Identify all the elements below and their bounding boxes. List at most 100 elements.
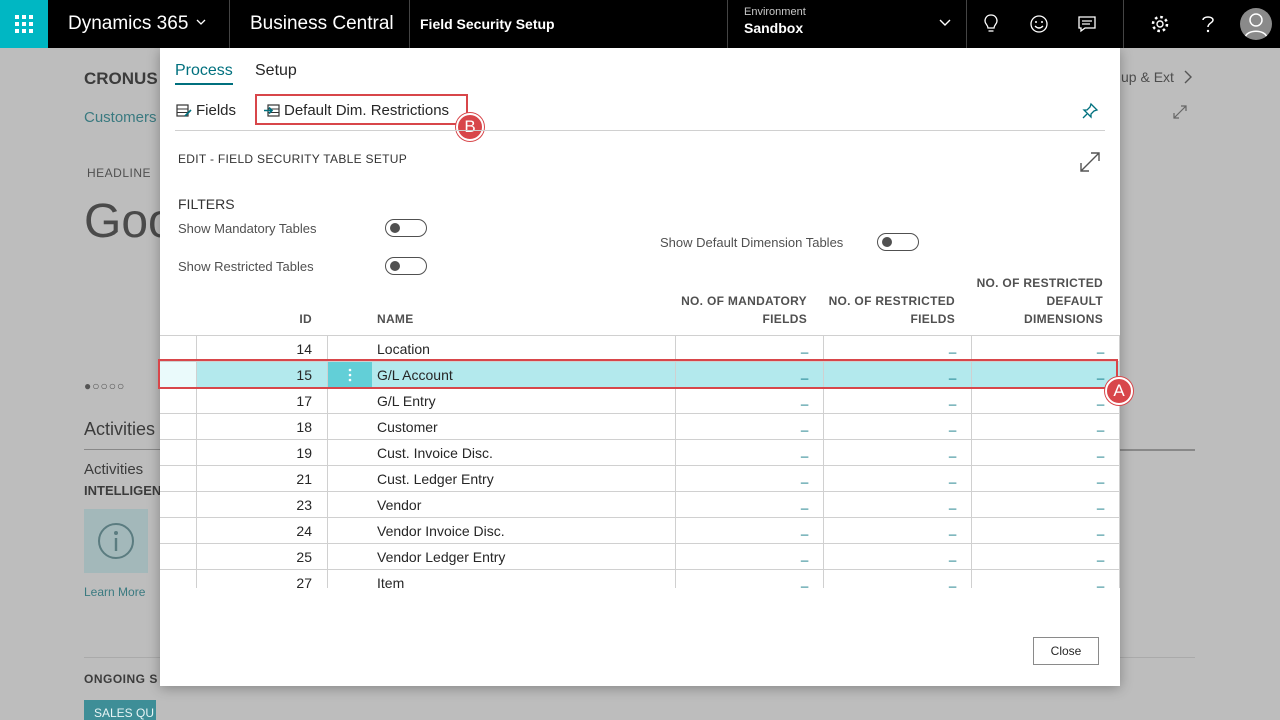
activities-subtitle: Activities (84, 461, 144, 478)
default-dims-count-link[interactable]: _ (1097, 339, 1107, 354)
column-header-default-dims[interactable]: NO. OF RESTRICTED DEFAULT DIMENSIONS (960, 274, 1103, 328)
tab-process[interactable]: Process (175, 62, 233, 85)
restricted-count-link[interactable]: _ (949, 391, 959, 406)
fields-icon (176, 103, 192, 117)
row-name[interactable]: G/L Entry (377, 393, 436, 409)
default-dims-count-link[interactable]: _ (1097, 521, 1107, 536)
row-id: 14 (296, 341, 312, 357)
info-tile (84, 509, 148, 573)
help-icon[interactable] (1196, 12, 1220, 36)
environment-value: Sandbox (744, 20, 804, 36)
row-name[interactable]: Customer (377, 419, 438, 435)
table-row[interactable]: 25 Vendor Ledger Entry _ _ _ (160, 544, 1120, 570)
gear-icon[interactable] (1148, 12, 1172, 36)
close-button[interactable]: Close (1033, 637, 1099, 665)
row-id: 17 (296, 393, 312, 409)
row-name[interactable]: Vendor (377, 497, 421, 513)
column-header-name[interactable]: NAME (377, 310, 414, 328)
default-dims-count-link[interactable]: _ (1097, 573, 1107, 588)
restricted-count-link[interactable]: _ (949, 547, 959, 562)
show-default-dim-label: Show Default Dimension Tables (660, 235, 844, 250)
company-name: CRONUS (84, 69, 158, 88)
default-dims-count-link[interactable]: _ (1097, 417, 1107, 432)
pin-icon[interactable] (1081, 102, 1099, 120)
chevron-down-icon[interactable] (938, 18, 952, 28)
mandatory-count-link[interactable]: _ (801, 391, 811, 406)
row-name[interactable]: Vendor Invoice Disc. (377, 523, 505, 539)
row-id: 18 (296, 419, 312, 435)
table-row[interactable]: 21 Cust. Ledger Entry _ _ _ (160, 466, 1120, 492)
callout-badge-a: A (1105, 377, 1133, 405)
brand-name[interactable]: Dynamics 365 (68, 13, 188, 35)
mandatory-count-link[interactable]: _ (801, 573, 811, 588)
filters-heading: FILTERS (178, 196, 235, 212)
mandatory-count-link[interactable]: _ (801, 443, 811, 458)
user-avatar[interactable] (1240, 8, 1272, 40)
restricted-count-link[interactable]: _ (949, 521, 959, 536)
page-title: Field Security Setup (420, 16, 555, 32)
chevron-down-icon[interactable] (196, 17, 206, 27)
row-id: 24 (296, 523, 312, 539)
app-launcher-button[interactable] (0, 0, 48, 48)
row-name[interactable]: Item (377, 575, 404, 588)
environment-label: Environment (744, 6, 806, 18)
mandatory-count-link[interactable]: _ (801, 495, 811, 510)
divider (409, 0, 410, 48)
row-id: 19 (296, 445, 312, 461)
row-name[interactable]: Vendor Ledger Entry (377, 549, 505, 565)
default-dims-count-link[interactable]: _ (1097, 443, 1107, 458)
restricted-count-link[interactable]: _ (949, 495, 959, 510)
row-name[interactable]: Cust. Ledger Entry (377, 471, 494, 487)
column-header-restricted[interactable]: NO. OF RESTRICTED FIELDS (810, 292, 955, 328)
row-id: 21 (296, 471, 312, 487)
callout-badge-b: B (456, 113, 484, 141)
divider (1118, 449, 1195, 451)
table-row[interactable]: 27 Item _ _ _ (160, 570, 1120, 588)
table-row[interactable]: 23 Vendor _ _ _ (160, 492, 1120, 518)
default-dims-count-link[interactable]: _ (1097, 469, 1107, 484)
column-header-id[interactable]: ID (270, 310, 312, 328)
divider (727, 0, 728, 48)
row-name[interactable]: Cust. Invoice Disc. (377, 445, 493, 461)
dialog-subtitle: EDIT - FIELD SECURITY TABLE SETUP (178, 152, 408, 166)
row-name[interactable]: Location (377, 341, 430, 357)
restricted-count-link[interactable]: _ (949, 417, 959, 432)
headline-pager: ●○○○○ (84, 379, 126, 393)
row-id: 25 (296, 549, 312, 565)
table-row[interactable]: 17 G/L Entry _ _ _ (160, 388, 1120, 414)
restricted-count-link[interactable]: _ (949, 339, 959, 354)
info-icon (98, 523, 134, 559)
chat-icon[interactable] (1075, 12, 1099, 36)
show-restricted-label: Show Restricted Tables (178, 259, 314, 274)
mandatory-count-link[interactable]: _ (801, 521, 811, 536)
learn-more-link: Learn More (84, 585, 146, 599)
mandatory-count-link[interactable]: _ (801, 547, 811, 562)
environment-selector[interactable]: Environment Sandbox (744, 6, 806, 36)
restricted-count-link[interactable]: _ (949, 443, 959, 458)
ongoing-sales-label: ONGOING S (84, 672, 158, 686)
default-dims-count-link[interactable]: _ (1097, 547, 1107, 562)
expand-icon[interactable] (1079, 151, 1101, 173)
mandatory-count-link[interactable]: _ (801, 339, 811, 354)
table-row[interactable]: 19 Cust. Invoice Disc. _ _ _ (160, 440, 1120, 466)
mandatory-count-link[interactable]: _ (801, 417, 811, 432)
fields-action[interactable]: Fields (176, 102, 236, 119)
show-mandatory-toggle[interactable] (385, 219, 427, 237)
customers-link: Customers (84, 109, 157, 126)
table-row[interactable]: 18 Customer _ _ _ (160, 414, 1120, 440)
table-row[interactable]: 24 Vendor Invoice Disc. _ _ _ (160, 518, 1120, 544)
highlight-box-a (158, 359, 1118, 389)
mandatory-count-link[interactable]: _ (801, 469, 811, 484)
restricted-count-link[interactable]: _ (949, 469, 959, 484)
lightbulb-icon[interactable] (979, 12, 1003, 36)
smiley-icon[interactable] (1027, 12, 1051, 36)
restricted-count-link[interactable]: _ (949, 573, 959, 588)
show-default-dim-toggle[interactable] (877, 233, 919, 251)
product-name[interactable]: Business Central (250, 13, 394, 35)
column-header-mandatory[interactable]: NO. OF MANDATORY FIELDS (660, 292, 807, 328)
default-dims-count-link[interactable]: _ (1097, 495, 1107, 510)
show-restricted-toggle[interactable] (385, 257, 427, 275)
activities-title: Activities (84, 419, 156, 439)
tab-setup[interactable]: Setup (255, 62, 297, 80)
intelligence-label: INTELLIGEN (84, 483, 162, 498)
